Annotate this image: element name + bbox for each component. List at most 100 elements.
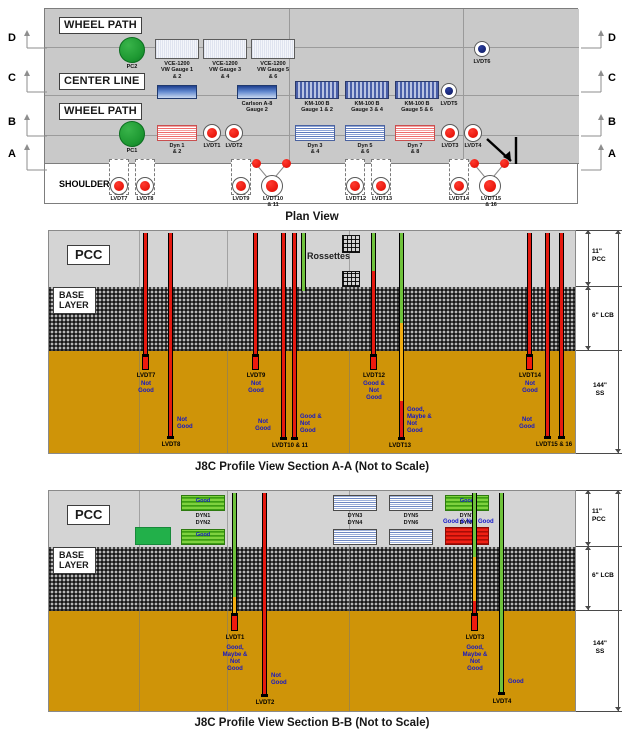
rod-lvdt8-label: LVDT8 — [161, 442, 181, 448]
lvdt8-label: LVDT8 — [136, 196, 154, 202]
rod-lvdt3-status-3: Not — [470, 659, 480, 665]
dyn5-name: DYN5 — [403, 513, 419, 519]
rod-lvdt3-yellow — [472, 557, 477, 601]
lvdt8-marker — [136, 177, 154, 195]
bb-base-label-1: BASE — [59, 550, 85, 560]
bb-dim-arrow-total-up — [615, 490, 621, 494]
label-center-line: CENTER LINE — [59, 73, 145, 90]
rod-lvdt7-tip — [142, 356, 149, 370]
pressure-cell-pc2 — [119, 37, 145, 63]
lvdt5-label: LVDT5 — [440, 101, 458, 107]
rod-lvdt10 — [281, 233, 286, 438]
gauge-dyn-3-4 — [295, 125, 335, 141]
section-arrow-c-right — [581, 70, 604, 93]
dyn2-status: Good — [195, 532, 211, 538]
rod-lvdt13-status-1: Good, — [407, 407, 425, 413]
bb-dim-tick-1 — [576, 546, 622, 547]
rod-lvdt8 — [168, 233, 173, 437]
dyn1-plate: Good — [181, 495, 225, 511]
bb-base-label-2: LAYER — [59, 560, 89, 570]
gauge-vce-1200-1-line3: & 2 — [172, 73, 182, 80]
bb-dim-line-lcb — [588, 546, 589, 610]
rod-lvdt2-cap — [261, 694, 268, 697]
aa-dim-line-lcb — [588, 286, 589, 350]
rod-lvdt15-status-2: Good — [519, 424, 535, 430]
rossette-patch-top — [342, 235, 360, 253]
rod-lvdt12-green — [371, 233, 376, 271]
aa-dim-line-total — [618, 230, 619, 453]
rod-lvdt10-green-segment — [301, 233, 306, 291]
aa-dim-tick-3 — [576, 453, 622, 454]
section-marker-b-left: B — [8, 116, 16, 128]
rod-lvdt1-green — [232, 493, 237, 597]
rod-lvdt13-cap — [398, 437, 405, 440]
rod-lvdt9-status-1: Not — [251, 381, 261, 387]
rod-lvdt12-label: LVDT12 — [363, 373, 385, 379]
aa-vrule-1 — [139, 231, 140, 453]
rod-lvdt3-status-1: Good, — [466, 645, 484, 651]
pressure-cell-pc1 — [119, 121, 145, 147]
rod-lvdt10-11-label: LVDT10 & 11 — [272, 443, 308, 449]
dyn5-plate — [389, 495, 433, 511]
bb-dim-tick-3 — [576, 711, 622, 712]
bb-dim-line-pcc — [588, 490, 589, 546]
dyn1-name: DYN1 — [195, 513, 211, 519]
gauge-km-100b-1-model: KM-100 B — [304, 101, 330, 107]
rod-lvdt14-status-1: Not — [525, 381, 535, 387]
rod-lvdt15-cap — [544, 436, 551, 439]
rod-lvdt13-status-2: Maybe & — [407, 414, 432, 420]
rod-lvdt13-yellow — [399, 323, 404, 401]
lvdt12-marker — [346, 177, 364, 195]
gauge-dyn-5-6-line1: Dyn 5 — [357, 143, 373, 149]
section-marker-c-left: C — [8, 72, 16, 84]
gauge-km-100b-3-line2: Gauge 5 & 6 — [401, 107, 433, 114]
rod-lvdt13-status-3: Not — [407, 421, 417, 427]
bb-dim-ss-2: SS — [595, 647, 605, 655]
lvdt15-sub-label: & 16 — [485, 202, 497, 208]
rod-lvdt9-tip — [252, 356, 259, 370]
gauge-km-100b-2 — [345, 81, 389, 99]
gauge-vce-1200-3 — [251, 39, 295, 59]
pressure-cell-pc1-label: PC1 — [126, 148, 138, 154]
figure-root: WHEEL PATH CENTER LINE WHEEL PATH PC2 VC… — [0, 0, 624, 736]
rod-lvdt4-cap — [498, 692, 505, 695]
aa-base-label-2: LAYER — [59, 300, 89, 310]
lvdt13-marker — [372, 177, 390, 195]
gauge-carlson-a8-1 — [157, 85, 197, 99]
rossette-patch-bottom — [342, 271, 360, 287]
rod-lvdt9-label: LVDT9 — [246, 373, 266, 379]
rod-lvdt7-label: LVDT7 — [136, 373, 156, 379]
rod-lvdt13-label: LVDT13 — [389, 443, 411, 449]
rod-lvdt3-label: LVDT3 — [465, 635, 485, 641]
dyn4-name: DYN4 — [347, 519, 363, 526]
gauge-carlson-a8-line2: Gauge 2 — [246, 107, 268, 114]
section-arrow-a-left — [24, 144, 47, 171]
bb-dim-arrow-total-dn — [615, 707, 621, 711]
rod-lvdt12-red — [371, 271, 376, 361]
bb-dim-pcc-1: 11" — [592, 508, 602, 515]
lvdt14-label: LVDT14 — [448, 196, 470, 202]
gauge-vce-1200-2-model: VCE-1200 — [212, 61, 238, 67]
dyn2-plate: Good — [181, 529, 225, 545]
rod-lvdt11-status-3: Good — [300, 428, 316, 434]
lvdt2-marker — [225, 124, 243, 142]
gauge-km-100b-2-line2: Gauge 3 & 4 — [351, 107, 383, 114]
bb-dim-ss-1: 144" — [593, 640, 607, 647]
rod-lvdt7-status-2: Good — [138, 388, 154, 394]
aa-base-label-1: BASE — [59, 290, 85, 300]
rod-lvdt3-tip — [471, 615, 478, 631]
gauge-dyn-7-8 — [395, 125, 435, 141]
rod-lvdt7 — [143, 233, 148, 361]
bb-pcc-layer — [49, 491, 575, 547]
rod-lvdt4 — [499, 493, 504, 693]
dyn8-status: Good & Not Good — [443, 519, 494, 525]
aa-dim-arrow-total-up — [615, 230, 621, 234]
aa-dim-arrow-pcc-up — [585, 230, 591, 234]
section-bb-panel: PCC BASE LAYER Good DYN1 DYN2 Good DYN3 … — [48, 490, 576, 712]
dyn4-plate — [333, 529, 377, 545]
rod-lvdt11-status-2: Not — [300, 421, 310, 427]
section-marker-c-right: C — [608, 72, 616, 84]
lvdt6-label: LVDT6 — [473, 59, 491, 65]
bb-dim-line-total — [618, 490, 619, 711]
rod-lvdt12-tip — [370, 356, 377, 370]
